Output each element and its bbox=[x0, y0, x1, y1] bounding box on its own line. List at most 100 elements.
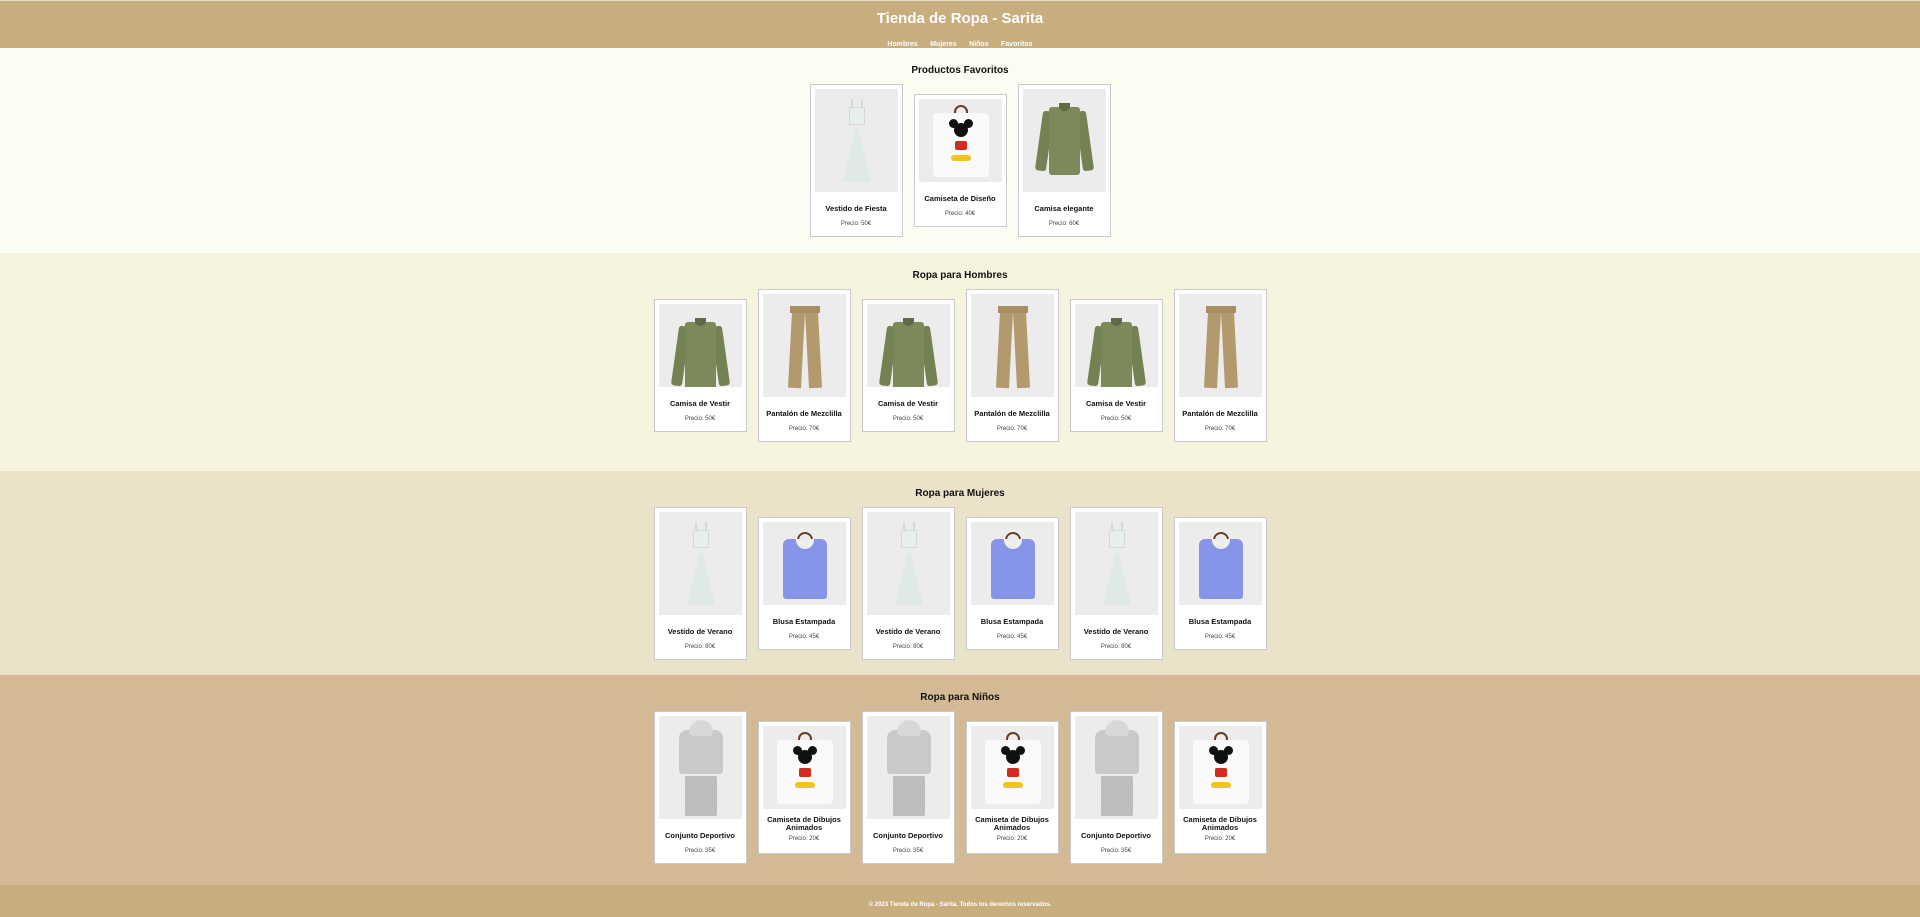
product-name: Conjunto Deportivo bbox=[873, 831, 943, 840]
product-card[interactable]: Pantalón de Mezclilla Precio: 70€ bbox=[1173, 289, 1267, 442]
nav-link-ninos[interactable]: Niños bbox=[969, 41, 988, 48]
mickey-tshirt-image bbox=[970, 726, 1054, 809]
product-card[interactable]: Camiseta de Dibujos Animados Precio: 20€ bbox=[965, 721, 1059, 854]
product-name: Blusa Estampada bbox=[772, 617, 836, 626]
dress-image bbox=[658, 512, 742, 615]
product-name: Camiseta de Dibujos Animados bbox=[767, 815, 841, 832]
product-price: Precio: 40€ bbox=[944, 211, 976, 217]
product-name: Camiseta de Diseño bbox=[924, 194, 996, 203]
section-title-ninos: Ropa para Niños bbox=[920, 692, 1000, 703]
product-name: Vestido de Verano bbox=[1083, 627, 1149, 636]
shirt-image bbox=[658, 304, 742, 387]
product-price: Precio: 50€ bbox=[1100, 416, 1132, 422]
product-card[interactable]: Camiseta de Dibujos Animados Precio: 20€ bbox=[1173, 721, 1267, 854]
product-name: Pantalón de Mezclilla bbox=[766, 409, 842, 418]
product-card[interactable]: Pantalón de Mezclilla Precio: 70€ bbox=[965, 289, 1059, 442]
product-price: Precio: 80€ bbox=[1100, 644, 1132, 650]
product-name: Camisa elegante bbox=[1034, 204, 1094, 213]
product-card[interactable]: Camisa de Vestir Precio: 50€ bbox=[653, 299, 747, 432]
section-favoritos: Productos Favoritos Vestido de Fiesta Pr… bbox=[0, 48, 1920, 253]
section-title-mujeres: Ropa para Mujeres bbox=[915, 488, 1005, 499]
product-card[interactable]: Camisa de Vestir Precio: 50€ bbox=[861, 299, 955, 432]
section-ninos: Ropa para Niños Conjunto Deportivo Preci… bbox=[0, 675, 1920, 885]
product-card[interactable]: Conjunto Deportivo Precio: 35€ bbox=[861, 711, 955, 864]
blouse-image bbox=[1178, 522, 1262, 605]
product-price: Precio: 20€ bbox=[788, 836, 820, 842]
product-name: Blusa Estampada bbox=[1188, 617, 1252, 626]
shirt-image bbox=[1022, 89, 1106, 192]
product-price: Precio: 50€ bbox=[892, 416, 924, 422]
dress-image bbox=[866, 512, 950, 615]
pants-image bbox=[970, 294, 1054, 397]
dress-image bbox=[1074, 512, 1158, 615]
product-price: Precio: 70€ bbox=[788, 426, 820, 432]
product-grid-ninos: Conjunto Deportivo Precio: 35€ Camiseta … bbox=[0, 711, 1920, 864]
product-price: Precio: 45€ bbox=[996, 634, 1028, 640]
tracksuit-image bbox=[658, 716, 742, 819]
site-header: Tienda de Ropa - Sarita Hombres Mujeres … bbox=[0, 0, 1920, 48]
product-price: Precio: 35€ bbox=[1100, 848, 1132, 854]
product-price: Precio: 35€ bbox=[892, 848, 924, 854]
section-title-hombres: Ropa para Hombres bbox=[912, 270, 1008, 281]
product-card[interactable]: Conjunto Deportivo Precio: 35€ bbox=[1069, 711, 1163, 864]
product-name: Pantalón de Mezclilla bbox=[1182, 409, 1258, 418]
site-title: Tienda de Ropa - Sarita bbox=[876, 10, 1044, 27]
product-card[interactable]: Conjunto Deportivo Precio: 35€ bbox=[653, 711, 747, 864]
blouse-image bbox=[970, 522, 1054, 605]
product-name: Camiseta de Dibujos Animados bbox=[1183, 815, 1257, 832]
footer-text: © 2023 Tienda de Ropa - Sarita. Todos lo… bbox=[868, 902, 1052, 908]
product-name: Camisa de Vestir bbox=[669, 399, 731, 408]
product-card[interactable]: Blusa Estampada Precio: 45€ bbox=[757, 517, 851, 650]
product-card[interactable]: Camisa elegante Precio: 60€ bbox=[1017, 84, 1111, 237]
product-name: Pantalón de Mezclilla bbox=[974, 409, 1050, 418]
product-card[interactable]: Camiseta de Diseño Precio: 40€ bbox=[913, 94, 1007, 227]
shirt-image bbox=[866, 304, 950, 387]
product-grid-favoritos: Vestido de Fiesta Precio: 50€ Camiseta d… bbox=[0, 84, 1920, 237]
tracksuit-image bbox=[1074, 716, 1158, 819]
section-mujeres: Ropa para Mujeres Vestido de Verano Prec… bbox=[0, 471, 1920, 675]
product-price: Precio: 50€ bbox=[840, 221, 872, 227]
blouse-image bbox=[762, 522, 846, 605]
site-footer: © 2023 Tienda de Ropa - Sarita. Todos lo… bbox=[0, 885, 1920, 917]
product-card[interactable]: Blusa Estampada Precio: 45€ bbox=[965, 517, 1059, 650]
product-price: Precio: 20€ bbox=[996, 836, 1028, 842]
section-hombres: Ropa para Hombres Camisa de Vestir Preci… bbox=[0, 253, 1920, 471]
shirt-image bbox=[1074, 304, 1158, 387]
product-name: Camisa de Vestir bbox=[877, 399, 939, 408]
product-name: Conjunto Deportivo bbox=[665, 831, 735, 840]
product-name: Camisa de Vestir bbox=[1085, 399, 1147, 408]
product-card[interactable]: Vestido de Verano Precio: 80€ bbox=[861, 507, 955, 660]
product-name: Conjunto Deportivo bbox=[1081, 831, 1151, 840]
nav-link-favoritos[interactable]: Favoritos bbox=[1001, 41, 1033, 48]
product-name: Vestido de Fiesta bbox=[825, 204, 887, 213]
product-grid-hombres: Camisa de Vestir Precio: 50€ Pantalón de… bbox=[0, 289, 1920, 442]
product-card[interactable]: Camisa de Vestir Precio: 50€ bbox=[1069, 299, 1163, 432]
product-name: Vestido de Verano bbox=[667, 627, 733, 636]
product-price: Precio: 20€ bbox=[1204, 836, 1236, 842]
product-card[interactable]: Vestido de Fiesta Precio: 50€ bbox=[809, 84, 903, 237]
product-name: Vestido de Verano bbox=[875, 627, 941, 636]
nav-link-mujeres[interactable]: Mujeres bbox=[930, 41, 956, 48]
nav-link-hombres[interactable]: Hombres bbox=[887, 41, 917, 48]
product-card[interactable]: Vestido de Verano Precio: 80€ bbox=[1069, 507, 1163, 660]
product-price: Precio: 70€ bbox=[996, 426, 1028, 432]
mickey-tshirt-image bbox=[1178, 726, 1262, 809]
product-grid-mujeres: Vestido de Verano Precio: 80€ Blusa Esta… bbox=[0, 507, 1920, 660]
product-price: Precio: 45€ bbox=[788, 634, 820, 640]
pants-image bbox=[762, 294, 846, 397]
product-price: Precio: 50€ bbox=[684, 416, 716, 422]
product-name: Blusa Estampada bbox=[980, 617, 1044, 626]
product-price: Precio: 70€ bbox=[1204, 426, 1236, 432]
product-price: Precio: 45€ bbox=[1204, 634, 1236, 640]
product-card[interactable]: Vestido de Verano Precio: 80€ bbox=[653, 507, 747, 660]
mickey-tshirt-image bbox=[762, 726, 846, 809]
product-card[interactable]: Pantalón de Mezclilla Precio: 70€ bbox=[757, 289, 851, 442]
product-price: Precio: 60€ bbox=[1048, 221, 1080, 227]
product-card[interactable]: Camiseta de Dibujos Animados Precio: 20€ bbox=[757, 721, 851, 854]
product-price: Precio: 80€ bbox=[892, 644, 924, 650]
pants-image bbox=[1178, 294, 1262, 397]
product-card[interactable]: Blusa Estampada Precio: 45€ bbox=[1173, 517, 1267, 650]
product-name: Camiseta de Dibujos Animados bbox=[975, 815, 1049, 832]
section-title-favoritos: Productos Favoritos bbox=[911, 65, 1009, 76]
product-price: Precio: 35€ bbox=[684, 848, 716, 854]
